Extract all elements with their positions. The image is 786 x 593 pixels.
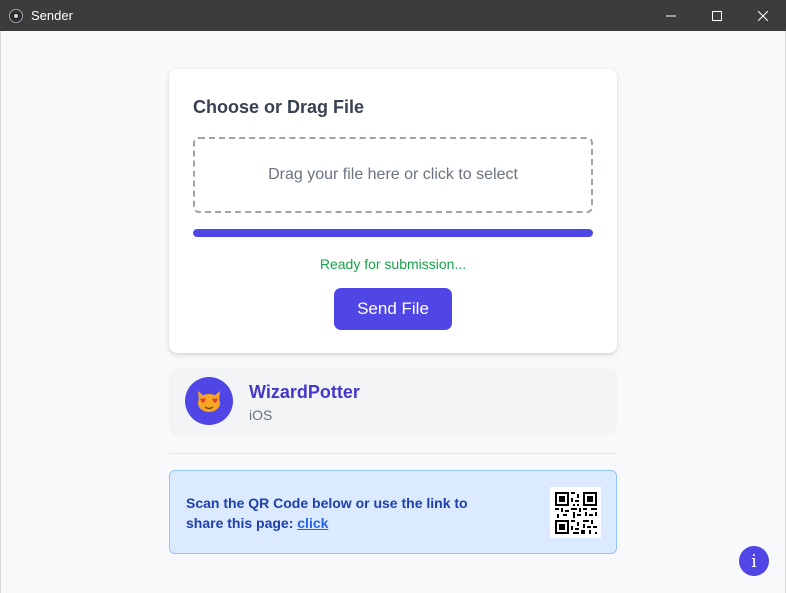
maximize-button[interactable] [694, 0, 740, 31]
device-os: iOS [249, 407, 273, 423]
window-controls [648, 0, 786, 31]
share-text: Scan the QR Code below or use the link t… [186, 493, 486, 533]
heart-eyes-cat-icon [198, 391, 220, 412]
qr-code-graphic [554, 491, 597, 534]
close-button[interactable] [740, 0, 786, 31]
qr-code-icon [550, 487, 601, 538]
divider [169, 453, 617, 454]
minimize-button[interactable] [648, 0, 694, 31]
upload-heading: Choose or Drag File [193, 97, 365, 117]
share-panel: Scan the QR Code below or use the link t… [169, 470, 617, 554]
device-card[interactable]: WizardPotter iOS [169, 369, 617, 435]
title-bar: Sender [0, 0, 786, 31]
status-text: Ready for submission... [319, 256, 467, 272]
upload-progress-bar [193, 229, 593, 237]
dropzone-text: Drag your file here or click to select [268, 166, 518, 183]
share-link[interactable]: click [297, 515, 328, 531]
file-dropzone[interactable]: Drag your file here or click to select [193, 137, 593, 213]
info-button[interactable]: i [739, 546, 769, 576]
close-icon [758, 10, 768, 21]
electron-app-icon [9, 8, 23, 23]
send-file-button[interactable]: Send File [334, 288, 452, 330]
info-icon: i [751, 550, 757, 572]
progress-fill [193, 229, 593, 237]
minimize-icon [666, 15, 676, 16]
avatar [185, 377, 233, 425]
upload-card: Choose or Drag File Drag your file here … [169, 69, 617, 353]
maximize-icon [712, 10, 722, 21]
window-title: Sender [31, 8, 73, 23]
device-name: WizardPotter [249, 382, 360, 402]
